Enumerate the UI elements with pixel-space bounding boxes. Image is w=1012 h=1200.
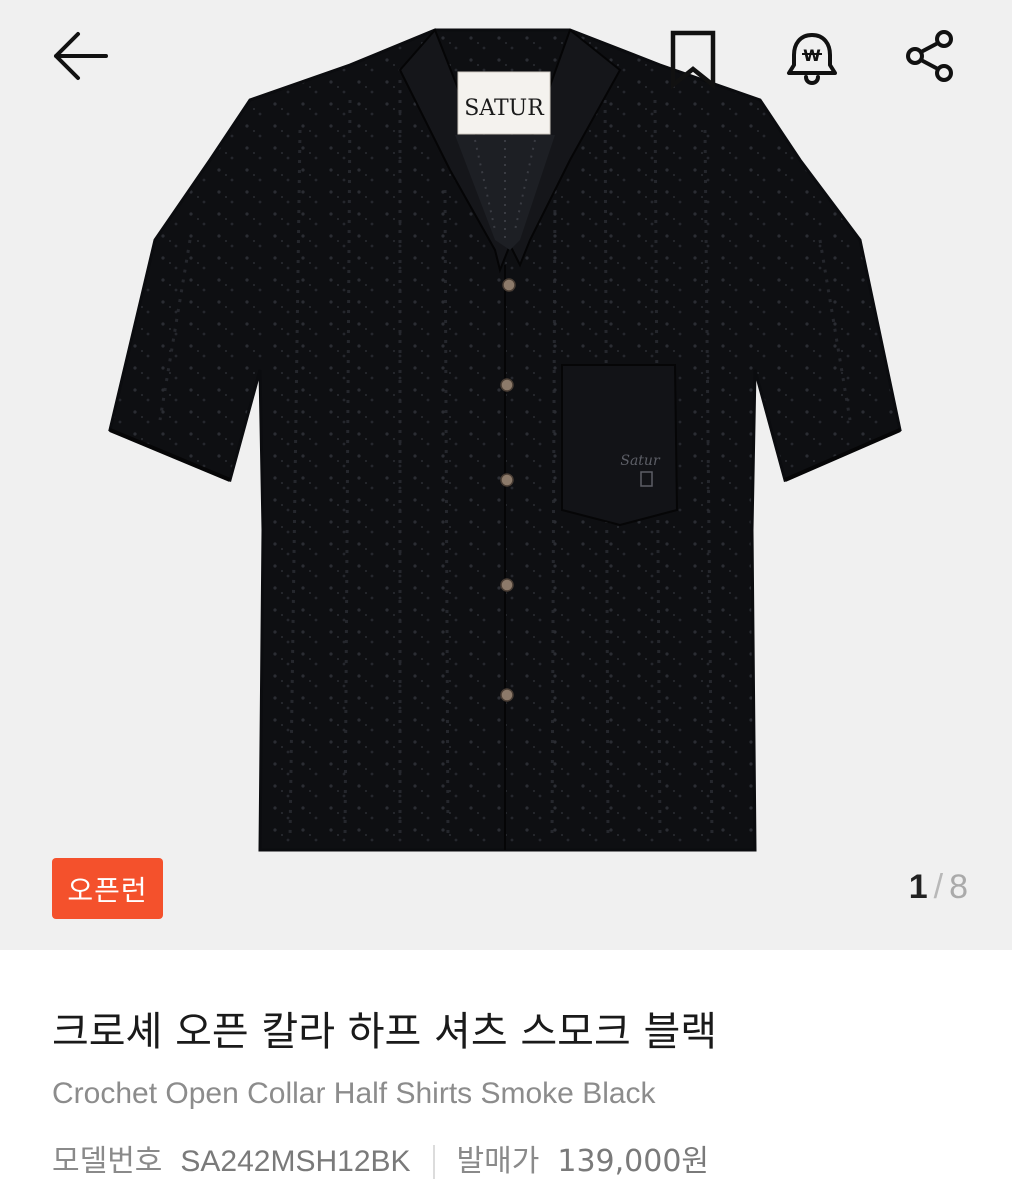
svg-text:W: W — [803, 46, 821, 65]
image-page-counter: 1/8 — [909, 868, 968, 907]
release-price-label: 발매가 — [456, 1144, 540, 1179]
back-button[interactable] — [42, 25, 118, 87]
product-title-korean: 크로셰 오픈 칼라 하프 셔츠 스모크 블랙 — [52, 1009, 718, 1055]
share-icon — [906, 30, 953, 82]
svg-text:Satur: Satur — [620, 453, 661, 469]
model-number-label: 모델번호 — [52, 1144, 163, 1179]
top-navigation-bar: W — [0, 0, 1012, 115]
product-meta-row: 모델번호 SA242MSH12BK 발매가 139,000원 — [52, 1142, 972, 1182]
product-image[interactable]: SATUR Satur — [100, 10, 910, 860]
price-alert-bell-icon: W — [787, 33, 837, 85]
product-title-english: Crochet Open Collar Half Shirts Smoke Bl… — [52, 1077, 656, 1110]
open-run-badge: 오픈런 — [52, 858, 163, 919]
price-alert-button[interactable]: W — [780, 25, 844, 89]
product-image-gallery[interactable]: SATUR Satur W 오픈런 1 / 8 — [0, 0, 1012, 950]
product-info: 크로셰 오픈 칼라 하프 셔츠 스모크 블랙 Crochet Open Coll… — [52, 1000, 972, 1182]
model-number-value: SA242MSH12BK — [180, 1145, 411, 1178]
bookmark-icon — [670, 30, 716, 89]
arrow-left-icon — [54, 32, 108, 80]
counter-separator: / — [933, 868, 944, 906]
release-price-value: 139,000원 — [557, 1144, 710, 1179]
bookmark-button[interactable] — [662, 25, 724, 93]
current-image-index: 1 — [908, 868, 928, 906]
total-image-count: 8 — [949, 868, 968, 906]
share-button[interactable] — [898, 24, 962, 88]
meta-divider — [432, 1145, 435, 1179]
